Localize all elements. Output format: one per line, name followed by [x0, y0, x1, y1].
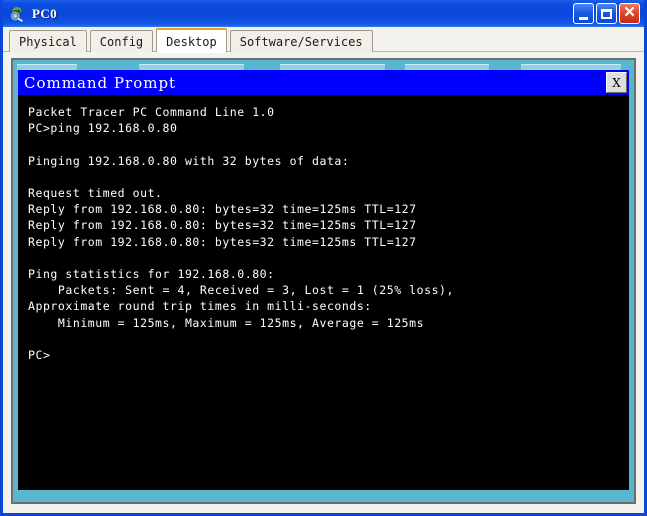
strip-segment [17, 64, 77, 70]
tab-software-services[interactable]: Software/Services [229, 30, 373, 52]
packet-tracer-pc-icon [9, 5, 26, 23]
cmd-bottom-strip [13, 490, 634, 502]
tab-config[interactable]: Config [89, 30, 154, 52]
terminal-line: Minimum = 125ms, Maximum = 125ms, Averag… [28, 315, 425, 330]
strip-segment [280, 64, 385, 70]
window-controls: ✕ [573, 3, 640, 24]
terminal-line: Approximate round trip times in milli-se… [28, 299, 372, 314]
terminal-line: Pinging 192.168.0.80 with 32 bytes of da… [28, 153, 350, 168]
strip-segment [139, 64, 244, 70]
terminal-line: Request timed out. [28, 186, 163, 201]
tab-config-label: Config [99, 34, 144, 49]
terminal-output-area[interactable]: Packet Tracer PC Command Line 1.0 PC>ping… [18, 95, 629, 490]
window-title-bar[interactable]: PC0 ✕ [3, 0, 644, 27]
terminal-line: Packets: Sent = 4, Received = 3, Lost = … [28, 283, 454, 298]
command-prompt-title: Command Prompt [24, 73, 177, 92]
terminal-lines: Packet Tracer PC Command Line 1.0 PC>ping… [28, 104, 629, 363]
maximize-button[interactable] [596, 3, 617, 24]
close-button[interactable]: ✕ [619, 3, 640, 24]
window-client-area: Physical Config Desktop Software/Service… [3, 27, 644, 513]
terminal-line: Reply from 192.168.0.80: bytes=32 time=1… [28, 218, 417, 233]
terminal-line: PC> [28, 348, 51, 363]
pc0-window: PC0 ✕ Physical Config Desktop Software/S… [0, 0, 647, 516]
strip-segment [405, 64, 489, 70]
terminal-line: Ping statistics for 192.168.0.80: [28, 267, 275, 282]
close-icon: ✕ [623, 4, 636, 21]
terminal-line: Packet Tracer PC Command Line 1.0 [28, 105, 275, 119]
tab-strip: Physical Config Desktop Software/Service… [3, 27, 644, 53]
command-prompt-title-bar[interactable]: Command Prompt X [18, 70, 629, 95]
tab-software-services-label: Software/Services [239, 34, 363, 49]
desktop-pane: Command Prompt X Packet Tracer PC Comman… [3, 52, 644, 513]
minimize-icon [579, 17, 588, 20]
tab-desktop[interactable]: Desktop [156, 28, 227, 53]
minimize-button[interactable] [573, 3, 594, 24]
cmd-top-strip [13, 60, 634, 70]
terminal-line: Reply from 192.168.0.80: bytes=32 time=1… [28, 202, 417, 217]
terminal-line: Reply from 192.168.0.80: bytes=32 time=1… [28, 234, 417, 249]
strip-segment [521, 64, 621, 70]
tab-physical[interactable]: Physical [9, 30, 87, 52]
command-prompt-app: Command Prompt X Packet Tracer PC Comman… [11, 58, 636, 504]
tab-desktop-label: Desktop [166, 34, 217, 49]
command-prompt-close-button[interactable]: X [606, 72, 627, 93]
tab-physical-label: Physical [19, 34, 77, 49]
terminal-line: PC>ping 192.168.0.80 [28, 121, 178, 136]
command-prompt-window: Command Prompt X Packet Tracer PC Comman… [18, 70, 629, 490]
maximize-icon [601, 8, 612, 19]
window-title: PC0 [32, 5, 58, 21]
